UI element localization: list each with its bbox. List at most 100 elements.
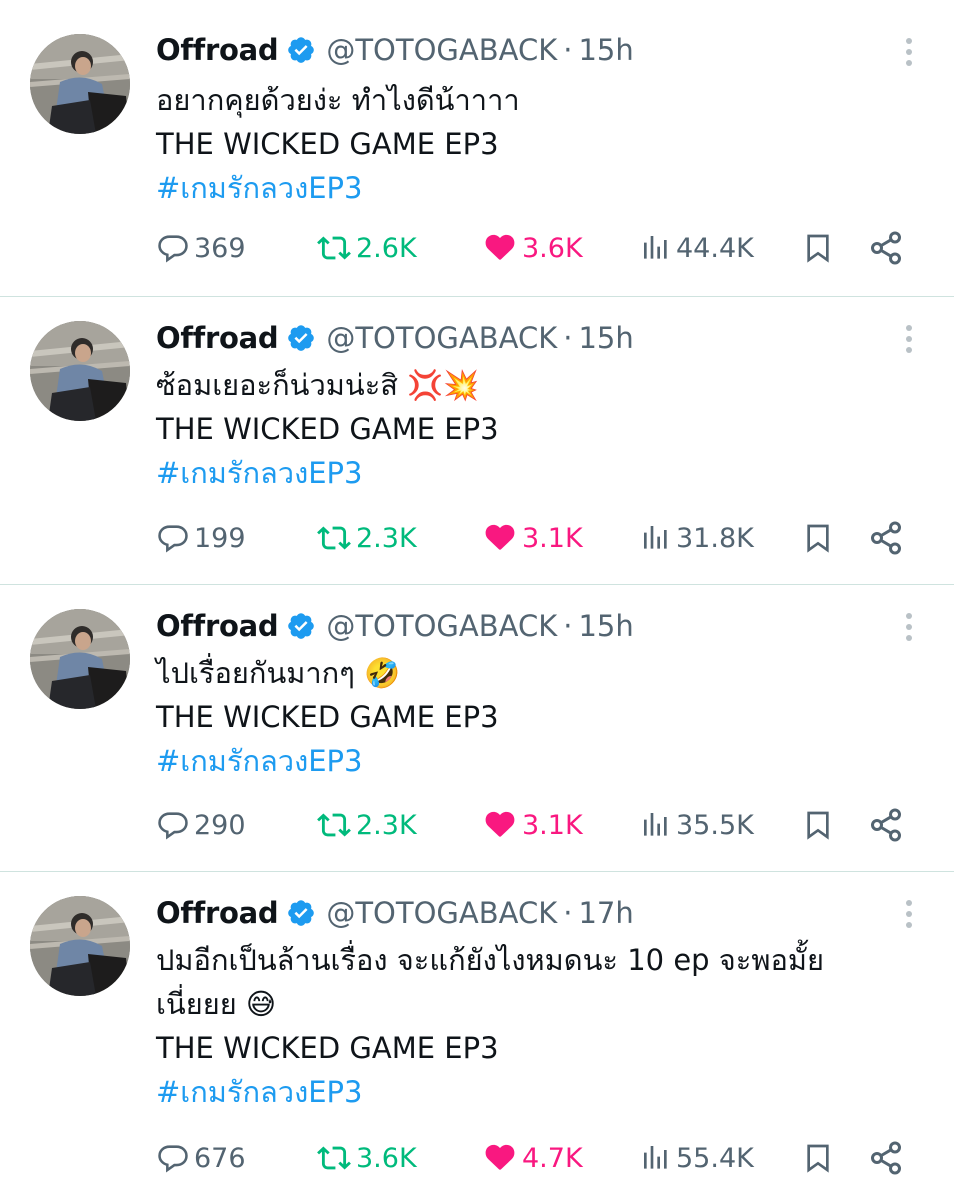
- retweet-icon: [317, 236, 351, 260]
- tweet-lines: ไปเรื่อยกันมากๆ 🤣 THE WICKED GAME EP3: [156, 651, 894, 739]
- share-button[interactable]: [868, 520, 904, 556]
- views-button[interactable]: 35.5K: [640, 808, 754, 842]
- display-name[interactable]: Offroad: [156, 896, 279, 930]
- retweet-button[interactable]: 2.3K: [316, 808, 417, 842]
- views-icon: [644, 236, 667, 259]
- tweet-header: Offroad @TOTOGABACK · 15h: [156, 606, 634, 646]
- bookmark-icon: [807, 811, 829, 840]
- display-name[interactable]: Offroad: [156, 33, 279, 67]
- reply-icon: [158, 235, 188, 263]
- bookmark-icon: [807, 524, 829, 553]
- share-button[interactable]: [868, 1140, 904, 1176]
- user-handle[interactable]: @TOTOGABACK: [326, 33, 557, 67]
- tweet-line: THE WICKED GAME EP3: [156, 1031, 499, 1065]
- reply-count: 676: [194, 1142, 246, 1174]
- retweet-button[interactable]: 2.6K: [316, 231, 417, 265]
- tweet-lines: ปมอีกเป็นล้านเรื่อง จะแก้ยังไงหมดนะ 10 e…: [156, 938, 894, 1070]
- timestamp[interactable]: 15h: [578, 33, 633, 67]
- view-count: 35.5K: [676, 809, 754, 841]
- more-options-icon[interactable]: [904, 38, 914, 68]
- timestamp[interactable]: 15h: [578, 609, 633, 643]
- share-icon: [871, 1141, 901, 1175]
- separator-dot: ·: [563, 609, 573, 643]
- tweet-line: อยากคุยด้วยง่ะ ทำไงดีน้าาาา: [156, 83, 520, 117]
- retweet-count: 3.6K: [356, 1142, 417, 1174]
- bookmark-button[interactable]: [802, 230, 834, 266]
- bookmark-button[interactable]: [802, 520, 834, 556]
- tweet-line: THE WICKED GAME EP3: [156, 412, 499, 446]
- avatar[interactable]: [30, 321, 130, 421]
- display-name[interactable]: Offroad: [156, 609, 279, 643]
- tweet-actions: 676 3.6K 4.7K 55.4K: [156, 1138, 908, 1178]
- share-button[interactable]: [868, 807, 904, 843]
- separator-dot: ·: [563, 896, 573, 930]
- like-count: 4.7K: [522, 1142, 583, 1174]
- timestamp[interactable]: 15h: [578, 321, 633, 355]
- like-button[interactable]: 3.1K: [482, 808, 583, 842]
- reply-button[interactable]: 199: [156, 521, 246, 555]
- tweet-2[interactable]: Offroad @TOTOGABACK · 15h ซ้อมเยอะก็น่วม…: [0, 297, 954, 585]
- hashtag-link[interactable]: #เกมรักลวงEP3: [156, 166, 894, 210]
- tweet-lines: ซ้อมเยอะก็น่วมน่ะสิ 💢💥 THE WICKED GAME EP…: [156, 363, 894, 451]
- tweet-3[interactable]: Offroad @TOTOGABACK · 15h ไปเรื่อยกันมาก…: [0, 585, 954, 872]
- like-icon: [485, 1144, 515, 1170]
- tweet-line: THE WICKED GAME EP3: [156, 700, 499, 734]
- tweet-text: ปมอีกเป็นล้านเรื่อง จะแก้ยังไงหมดนะ 10 e…: [156, 938, 894, 1114]
- reply-button[interactable]: 290: [156, 808, 246, 842]
- user-handle[interactable]: @TOTOGABACK: [326, 609, 557, 643]
- verified-badge-icon: [288, 900, 315, 926]
- tweet-1[interactable]: Offroad @TOTOGABACK · 15h อยากคุยด้วยง่ะ…: [0, 0, 954, 297]
- share-icon: [871, 521, 901, 555]
- separator-dot: ·: [563, 33, 573, 67]
- views-icon: [644, 1146, 667, 1169]
- share-button[interactable]: [868, 230, 904, 266]
- reply-icon: [158, 525, 188, 553]
- tweet-actions: 369 2.6K 3.6K 44.4K: [156, 228, 908, 268]
- hashtag-link[interactable]: #เกมรักลวงEP3: [156, 1070, 894, 1114]
- share-icon: [871, 808, 901, 842]
- verified-badge-icon: [288, 613, 315, 639]
- like-button[interactable]: 3.6K: [482, 231, 583, 265]
- retweet-count: 2.6K: [356, 232, 417, 264]
- hashtag-link[interactable]: #เกมรักลวงEP3: [156, 739, 894, 783]
- timestamp[interactable]: 17h: [578, 896, 633, 930]
- tweet-header: Offroad @TOTOGABACK · 15h: [156, 30, 634, 70]
- views-button[interactable]: 55.4K: [640, 1141, 754, 1175]
- tweet-line: ไปเรื่อยกันมากๆ 🤣: [156, 656, 401, 690]
- like-icon: [485, 811, 515, 837]
- retweet-button[interactable]: 3.6K: [316, 1141, 417, 1175]
- bookmark-button[interactable]: [802, 1140, 834, 1176]
- timeline-feed: Offroad @TOTOGABACK · 15h อยากคุยด้วยง่ะ…: [0, 0, 954, 1200]
- views-button[interactable]: 31.8K: [640, 521, 754, 555]
- tweet-line: THE WICKED GAME EP3: [156, 127, 499, 161]
- like-button[interactable]: 4.7K: [482, 1141, 583, 1175]
- more-options-icon[interactable]: [904, 613, 914, 643]
- tweet-line: เนี่ยยย 😅: [156, 987, 277, 1021]
- avatar[interactable]: [30, 609, 130, 709]
- avatar[interactable]: [30, 896, 130, 996]
- more-options-icon[interactable]: [904, 325, 914, 355]
- views-button[interactable]: 44.4K: [640, 231, 754, 265]
- views-icon: [644, 526, 667, 549]
- tweet-line: ปมอีกเป็นล้านเรื่อง จะแก้ยังไงหมดนะ 10 e…: [156, 943, 825, 977]
- like-count: 3.1K: [522, 809, 583, 841]
- view-count: 31.8K: [676, 522, 754, 554]
- tweet-line: ซ้อมเยอะก็น่วมน่ะสิ 💢💥: [156, 368, 480, 402]
- reply-button[interactable]: 676: [156, 1141, 246, 1175]
- retweet-button[interactable]: 2.3K: [316, 521, 417, 555]
- view-count: 55.4K: [676, 1142, 754, 1174]
- reply-button[interactable]: 369: [156, 231, 246, 265]
- retweet-count: 2.3K: [356, 522, 417, 554]
- bookmark-button[interactable]: [802, 807, 834, 843]
- like-button[interactable]: 3.1K: [482, 521, 583, 555]
- view-count: 44.4K: [676, 232, 754, 264]
- user-handle[interactable]: @TOTOGABACK: [326, 321, 557, 355]
- hashtag-link[interactable]: #เกมรักลวงEP3: [156, 451, 894, 495]
- tweet-4[interactable]: Offroad @TOTOGABACK · 17h ปมอีกเป็นล้านเ…: [0, 872, 954, 1200]
- display-name[interactable]: Offroad: [156, 321, 279, 355]
- share-icon: [871, 231, 901, 265]
- more-options-icon[interactable]: [904, 900, 914, 930]
- user-handle[interactable]: @TOTOGABACK: [326, 896, 557, 930]
- retweet-count: 2.3K: [356, 809, 417, 841]
- avatar[interactable]: [30, 34, 130, 134]
